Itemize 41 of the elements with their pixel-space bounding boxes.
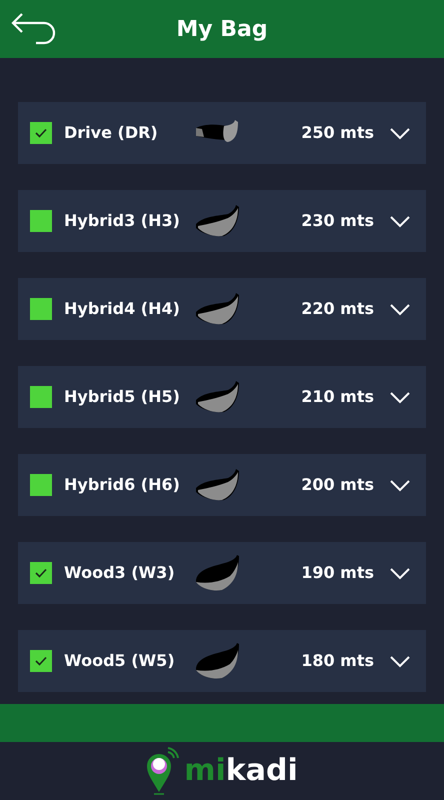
club-row[interactable]: Wood5 (W5) 180 mts (18, 630, 426, 692)
checkbox[interactable] (30, 210, 52, 232)
checkbox[interactable] (30, 650, 52, 672)
checkbox[interactable] (30, 298, 52, 320)
club-distance: 190 mts (301, 562, 374, 584)
club-row[interactable]: Hybrid5 (H5) 210 mts (18, 366, 426, 428)
club-name: Hybrid5 (H5) (64, 386, 181, 408)
checkmark-icon (35, 656, 47, 666)
club-name: Hybrid6 (H6) (64, 474, 181, 496)
checkbox[interactable] (30, 122, 52, 144)
club-distance: 200 mts (301, 474, 374, 496)
page-title: My Bag (176, 16, 268, 44)
logo-text: mi (184, 756, 226, 786)
club-row[interactable]: Hybrid4 (H4) 220 mts (18, 278, 426, 340)
checkmark-icon (35, 568, 47, 578)
club-distance: 180 mts (301, 650, 374, 672)
club-distance: 250 mts (301, 122, 374, 144)
club-row[interactable]: Hybrid3 (H3) 230 mts (18, 190, 426, 252)
hybrid-head-icon (194, 380, 240, 414)
club-distance: 220 mts (301, 298, 374, 320)
checkbox[interactable] (30, 386, 52, 408)
wood-head-icon (194, 642, 240, 680)
hybrid-head-icon (194, 204, 240, 238)
club-row[interactable]: Hybrid6 (H6) 200 mts (18, 454, 426, 516)
club-distance: 210 mts (301, 386, 374, 408)
wood-head-icon (194, 554, 240, 592)
club-name: Hybrid4 (H4) (64, 298, 181, 320)
checkmark-icon (35, 128, 47, 138)
club-name: Wood3 (W3) (64, 562, 176, 584)
club-row[interactable]: Drive (DR) 250 mts (18, 102, 426, 164)
hybrid-head-icon (194, 292, 240, 326)
hybrid-head-icon (194, 468, 240, 502)
club-name: Wood5 (W5) (64, 650, 176, 672)
club-name: Hybrid3 (H3) (64, 210, 181, 232)
location-pin-icon (146, 746, 180, 796)
logo-text: kadi (226, 756, 298, 786)
checkbox[interactable] (30, 474, 52, 496)
club-row[interactable]: Wood3 (W3) 190 mts (18, 542, 426, 604)
club-name: Drive (DR) (64, 122, 159, 144)
checkbox[interactable] (30, 562, 52, 584)
club-distance: 230 mts (301, 210, 374, 232)
